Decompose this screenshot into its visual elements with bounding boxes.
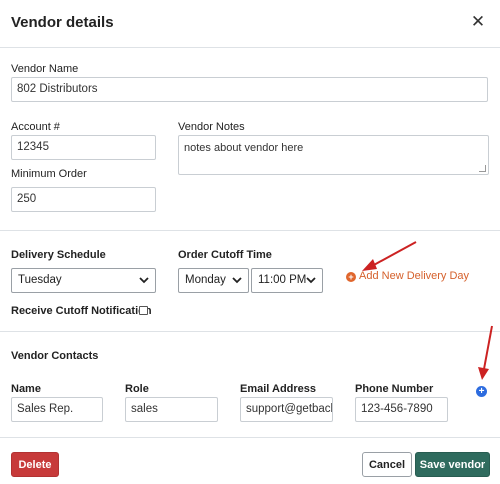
annotation-arrow-contact	[478, 325, 493, 380]
annotation-arrow-delivery	[362, 241, 417, 271]
annotation-arrows	[362, 241, 493, 380]
